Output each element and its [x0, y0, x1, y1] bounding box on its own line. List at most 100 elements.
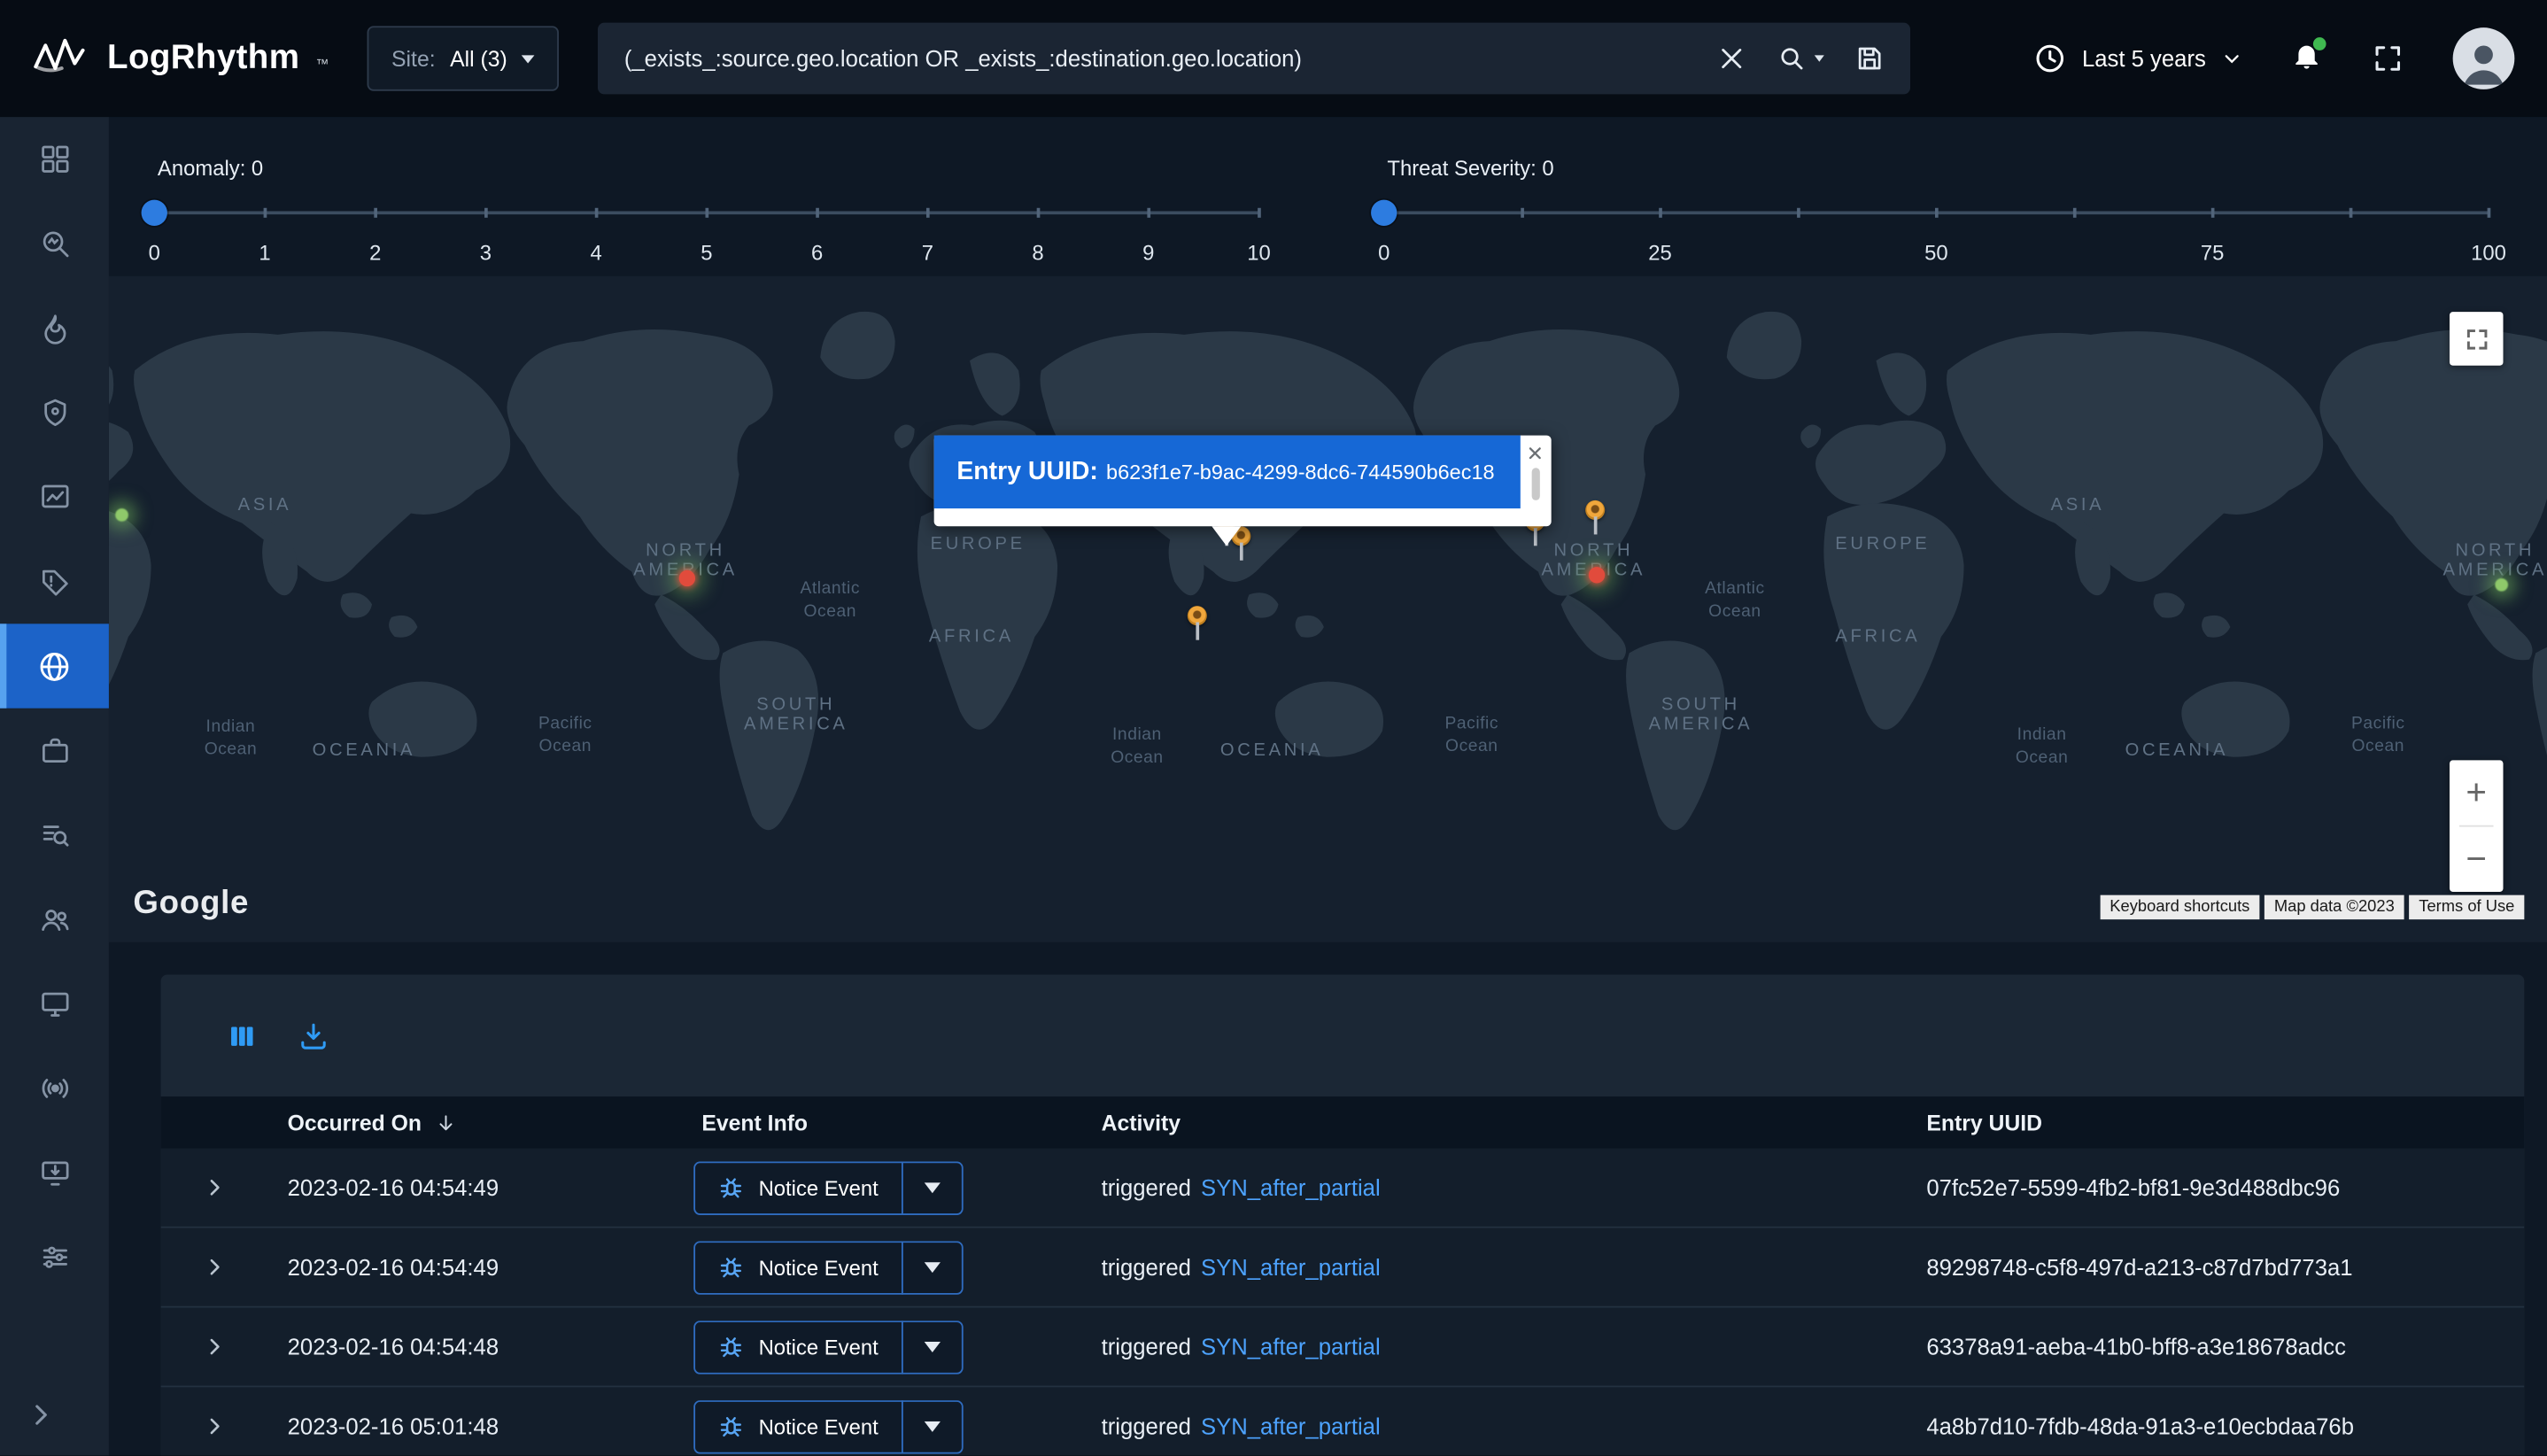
notice-event-dropdown-button[interactable] [901, 1399, 963, 1453]
anomaly-slider: Anomaly: 0 012345678910 [154, 117, 1258, 276]
activity-link[interactable]: SYN_after_partial [1201, 1174, 1381, 1200]
activity-prefix: triggered [1102, 1174, 1191, 1200]
clear-search-icon[interactable] [1717, 44, 1746, 74]
sidebar-item-settings[interactable] [0, 1215, 109, 1299]
chevron-down-icon [522, 54, 535, 62]
slider-scale-label: 0 [1378, 240, 1390, 265]
event-info-cell: Notice Event [676, 1161, 1079, 1215]
zoom-in-button[interactable]: + [2450, 760, 2504, 825]
sidebar-item-sensors[interactable] [0, 1046, 109, 1130]
notice-event-label: Notice Event [759, 1255, 879, 1280]
notice-event-dropdown-button[interactable] [901, 1240, 963, 1294]
threat-severity-slider-track[interactable] [1384, 211, 2489, 214]
anomaly-slider-scale: 012345678910 [154, 240, 1258, 266]
notice-event-button[interactable]: Notice Event [693, 1161, 902, 1215]
sidebar-item-analytics[interactable] [0, 455, 109, 539]
info-window-content: Entry UUID: b623f1e7-b9ac-4299-8dc6-7445… [934, 436, 1521, 509]
map-marker-pin-icon[interactable] [1188, 606, 1207, 640]
save-search-icon[interactable] [1855, 44, 1885, 74]
sidebar-item-geo-map[interactable] [0, 623, 109, 708]
fullscreen-button[interactable] [2372, 43, 2404, 75]
anomaly-slider-handle[interactable] [142, 200, 167, 226]
column-header-entry-uuid[interactable]: Entry UUID [1887, 1111, 2524, 1135]
column-header-label: Occurred On [288, 1111, 422, 1135]
zoom-out-button[interactable]: − [2450, 827, 2504, 892]
activity-prefix: triggered [1102, 1334, 1191, 1359]
slider-tick [1935, 208, 1938, 218]
bug-icon [718, 1413, 744, 1439]
info-window-scrollbar[interactable] [1532, 468, 1540, 500]
time-range-selector[interactable]: Last 5 years [2033, 43, 2241, 75]
notice-event-button[interactable]: Notice Event [693, 1320, 902, 1374]
notifications-button[interactable] [2290, 38, 2323, 79]
export-button[interactable] [298, 1019, 330, 1052]
clock-icon [2033, 43, 2066, 75]
slider-scale-label: 2 [369, 240, 381, 265]
notice-event-button[interactable]: Notice Event [693, 1399, 902, 1453]
sidebar-item-log-search[interactable] [0, 793, 109, 877]
map-fullscreen-button[interactable] [2450, 312, 2504, 366]
person-icon [2456, 35, 2511, 89]
brand-trademark: ™ [316, 56, 329, 71]
notice-event-dropdown-button[interactable] [901, 1320, 963, 1374]
activity-link[interactable]: SYN_after_partial [1201, 1254, 1381, 1280]
entry-uuid-cell: 07fc52e7-5599-4fb2-bf81-9e3d488dbc96 [1887, 1174, 2524, 1200]
info-window-close-icon[interactable] [1523, 442, 1546, 465]
sidebar-collapse-toggle[interactable] [0, 1375, 109, 1456]
activity-link[interactable]: SYN_after_partial [1201, 1413, 1381, 1439]
notice-event-button[interactable]: Notice Event [693, 1240, 902, 1294]
user-avatar[interactable] [2453, 27, 2515, 89]
sidebar-item-dashboard[interactable] [0, 117, 109, 201]
event-info-cell: Notice Event [676, 1320, 1079, 1374]
notice-event-dropdown-button[interactable] [901, 1161, 963, 1215]
row-expand-button[interactable] [161, 1176, 262, 1199]
map-attribution-item[interactable]: Map data ©2023 [2264, 895, 2404, 920]
sidebar-item-alarms[interactable] [0, 539, 109, 623]
sidebar-item-hosts[interactable] [0, 962, 109, 1046]
activity-cell: triggeredSYN_after_partial [1079, 1254, 1887, 1280]
row-expand-button[interactable] [161, 1256, 262, 1279]
column-settings-button[interactable] [226, 1019, 259, 1052]
map-marker-pin-icon[interactable] [1585, 500, 1605, 535]
map-attribution: Keyboard shortcutsMap data ©2023Terms of… [2100, 895, 2524, 920]
map-marker-redglow-dot[interactable] [679, 570, 695, 586]
map-attribution-item[interactable]: Terms of Use [2409, 895, 2524, 920]
threat-severity-slider-handle[interactable] [1371, 200, 1397, 226]
top-header: LogRhythm ™ Site: All (3) Last 5 [0, 0, 2547, 117]
sidebar-item-cases[interactable] [0, 709, 109, 793]
row-expand-button[interactable] [161, 1336, 262, 1359]
sidebar-item-hunt[interactable] [0, 201, 109, 285]
column-header-event-info[interactable]: Event Info [676, 1111, 1079, 1135]
column-header-activity[interactable]: Activity [1079, 1111, 1887, 1135]
map-marker-green-dot[interactable] [2495, 578, 2508, 592]
google-logo: Google [133, 886, 249, 923]
sidebar-item-deployment[interactable] [0, 1131, 109, 1215]
search-submit-button[interactable] [1777, 44, 1824, 74]
row-expand-button[interactable] [161, 1415, 262, 1438]
column-header-occurred-on[interactable]: Occurred On [261, 1111, 676, 1135]
site-selector[interactable]: Site: All (3) [368, 26, 560, 90]
search-analytics-icon [38, 228, 71, 260]
app-root: LogRhythm ™ Site: All (3) Last 5 [0, 0, 2547, 1455]
sidebar-item-threats[interactable] [0, 286, 109, 370]
activity-cell: triggered SYN_after_partial [1079, 1174, 1887, 1200]
search-input[interactable] [624, 45, 1687, 71]
sort-descending-icon [435, 1112, 456, 1134]
activity-link[interactable]: SYN_after_partial [1201, 1334, 1381, 1359]
map-marker-redglow-dot[interactable] [1589, 567, 1605, 583]
brand-logo[interactable]: LogRhythm ™ [33, 32, 368, 86]
slider-scale-label: 5 [701, 240, 712, 265]
bug-icon [718, 1254, 744, 1280]
sidebar-item-security[interactable] [0, 370, 109, 454]
slider-scale-label: 1 [259, 240, 270, 265]
sidebar-item-users[interactable] [0, 877, 109, 961]
map[interactable]: Entry UUID: b623f1e7-b9ac-4299-8dc6-7445… [109, 276, 2547, 942]
anomaly-slider-track[interactable] [154, 211, 1258, 214]
slider-scale-label: 8 [1032, 240, 1043, 265]
columns-icon [226, 1019, 259, 1052]
map-attribution-item[interactable]: Keyboard shortcuts [2100, 895, 2259, 920]
map-marker-green-dot[interactable] [115, 508, 128, 522]
slider-tick [264, 208, 267, 218]
event-info-cell: Notice Event [676, 1240, 1079, 1294]
slider-scale-label: 9 [1142, 240, 1154, 265]
